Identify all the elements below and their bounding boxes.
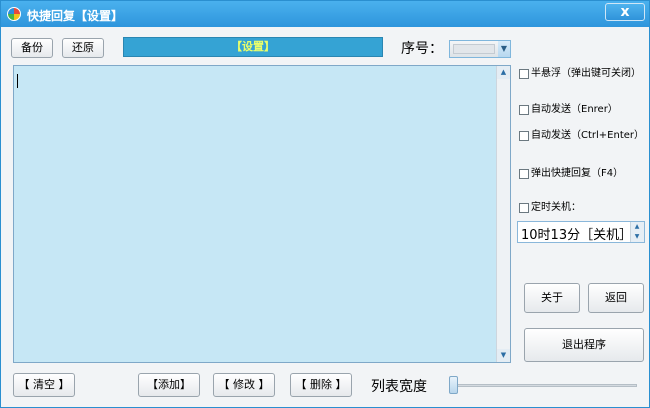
translucent-option-label: 半悬浮（弹出键可关闭） xyxy=(531,68,641,79)
timed-shutdown-label: 定时关机： xyxy=(531,202,581,213)
sequence-select[interactable]: ▼ xyxy=(449,40,511,58)
list-width-slider-track[interactable] xyxy=(453,384,637,387)
settings-banner: 【设置】 xyxy=(123,37,383,57)
translucent-checkbox[interactable] xyxy=(519,69,529,79)
popup-quick-reply-option[interactable]: 弹出快捷回复（F4） xyxy=(519,167,623,181)
spin-up-icon[interactable]: ▲ xyxy=(631,222,643,232)
text-caret xyxy=(17,74,18,88)
restore-button[interactable]: 还原 xyxy=(62,38,104,58)
popup-quick-reply-checkbox[interactable] xyxy=(519,169,529,179)
auto-send-enter-checkbox[interactable] xyxy=(519,105,529,115)
reply-content-editor[interactable]: ▲ ▼ xyxy=(13,65,511,363)
shutdown-time-value[interactable]: 10时13分［关机］ xyxy=(521,224,632,243)
shutdown-time-spinner[interactable]: 10时13分［关机］ ▲ ▼ xyxy=(517,221,645,243)
exit-program-button[interactable]: 退出程序 xyxy=(524,328,644,362)
timed-shutdown-option[interactable]: 定时关机： xyxy=(519,201,581,215)
list-width-slider-thumb[interactable] xyxy=(449,376,458,394)
about-button[interactable]: 关于 xyxy=(524,283,580,313)
timed-shutdown-checkbox[interactable] xyxy=(519,203,529,213)
list-width-label: 列表宽度 xyxy=(371,379,427,395)
popup-quick-reply-label: 弹出快捷回复（F4） xyxy=(531,168,624,179)
title-bar[interactable]: 快捷回复【设置】 x xyxy=(1,1,649,27)
spin-down-icon[interactable]: ▼ xyxy=(631,232,643,242)
quick-reply-settings-window: 快捷回复【设置】 x 备份 还原 【设置】 序号： ▼ ▲ ▼ 半悬浮（弹出键可… xyxy=(0,0,650,408)
backup-button[interactable]: 备份 xyxy=(11,38,53,58)
app-logo-icon xyxy=(7,7,21,21)
add-button[interactable]: 【添加】 xyxy=(138,373,200,397)
auto-send-ctrl-enter-label: 自动发送（Ctrl+Enter） xyxy=(531,130,645,141)
window-title: 快捷回复【设置】 xyxy=(27,9,124,23)
sequence-label: 序号： xyxy=(401,41,443,57)
delete-button[interactable]: 【 删除 】 xyxy=(290,373,352,397)
edit-button[interactable]: 【 修改 】 xyxy=(213,373,275,397)
editor-scrollbar[interactable]: ▲ ▼ xyxy=(496,66,510,362)
close-button[interactable]: x xyxy=(605,3,645,21)
back-button[interactable]: 返回 xyxy=(588,283,644,313)
auto-send-enter-option[interactable]: 自动发送（Enrer） xyxy=(519,103,618,117)
auto-send-enter-label: 自动发送（Enrer） xyxy=(531,104,618,115)
translucent-option[interactable]: 半悬浮（弹出键可关闭） xyxy=(519,67,641,81)
chevron-down-icon[interactable]: ▼ xyxy=(498,41,510,57)
spinner-buttons[interactable]: ▲ ▼ xyxy=(630,222,644,242)
clear-button[interactable]: 【 清空 】 xyxy=(13,373,75,397)
auto-send-ctrl-enter-checkbox[interactable] xyxy=(519,131,529,141)
scroll-up-icon[interactable]: ▲ xyxy=(497,66,510,79)
auto-send-ctrl-enter-option[interactable]: 自动发送（Ctrl+Enter） xyxy=(519,129,644,143)
scroll-down-icon[interactable]: ▼ xyxy=(497,349,510,362)
sequence-value xyxy=(453,44,495,54)
